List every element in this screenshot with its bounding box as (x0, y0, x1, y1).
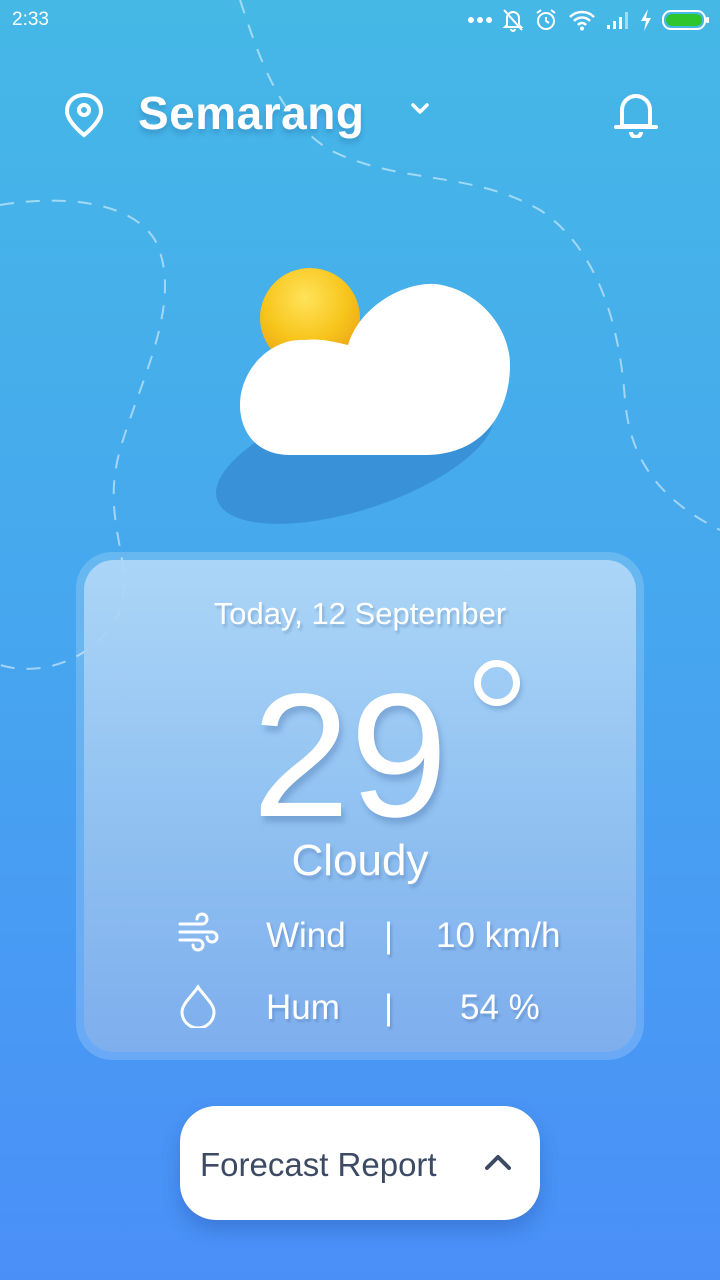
signal-icon (607, 12, 628, 29)
bell-muted-icon (502, 9, 524, 32)
wind-value: 10 km/h (436, 916, 561, 955)
status-bar: 2:33 (0, 0, 720, 40)
wind-separator: | (384, 916, 394, 955)
charging-icon (641, 9, 651, 31)
sun-behind-cloud-icon (216, 268, 510, 524)
wind-row: Wind | 10 km/h (84, 912, 636, 962)
weather-card-body: Today, 12 September 29 Cloudy Wind | 10 … (84, 560, 636, 1052)
temperature-value: 29 (252, 658, 448, 854)
wind-icon (178, 912, 219, 952)
wind-label: Wind (266, 916, 346, 955)
wifi-icon (569, 10, 595, 31)
battery-icon (662, 10, 709, 30)
status-time: 2:33 (12, 9, 49, 30)
forecast-report-label: Forecast Report (200, 1146, 437, 1183)
chevron-up-icon (485, 1155, 511, 1170)
location-pin-icon[interactable] (64, 92, 104, 138)
notification-bell-icon[interactable] (614, 90, 658, 138)
forecast-report-button[interactable]: Forecast Report (180, 1106, 540, 1220)
date-label: Today, 12 September (213, 596, 507, 631)
weather-card: Today, 12 September 29 Cloudy Wind | 10 … (76, 552, 644, 1060)
humidity-separator: | (384, 988, 394, 1027)
humidity-value: 54 % (460, 988, 540, 1027)
condition-label: Cloudy (291, 836, 429, 885)
city-name[interactable]: Semarang (138, 86, 364, 140)
chevron-down-icon[interactable] (410, 102, 430, 116)
humidity-label: Hum (266, 988, 340, 1027)
degree-symbol (474, 660, 520, 706)
humidity-row: Hum | 54 % (84, 984, 636, 1034)
more-dots-icon (468, 17, 492, 23)
alarm-icon (536, 9, 556, 30)
header: Semarang (0, 80, 720, 150)
droplet-icon (180, 984, 216, 1028)
status-icons (468, 6, 710, 34)
